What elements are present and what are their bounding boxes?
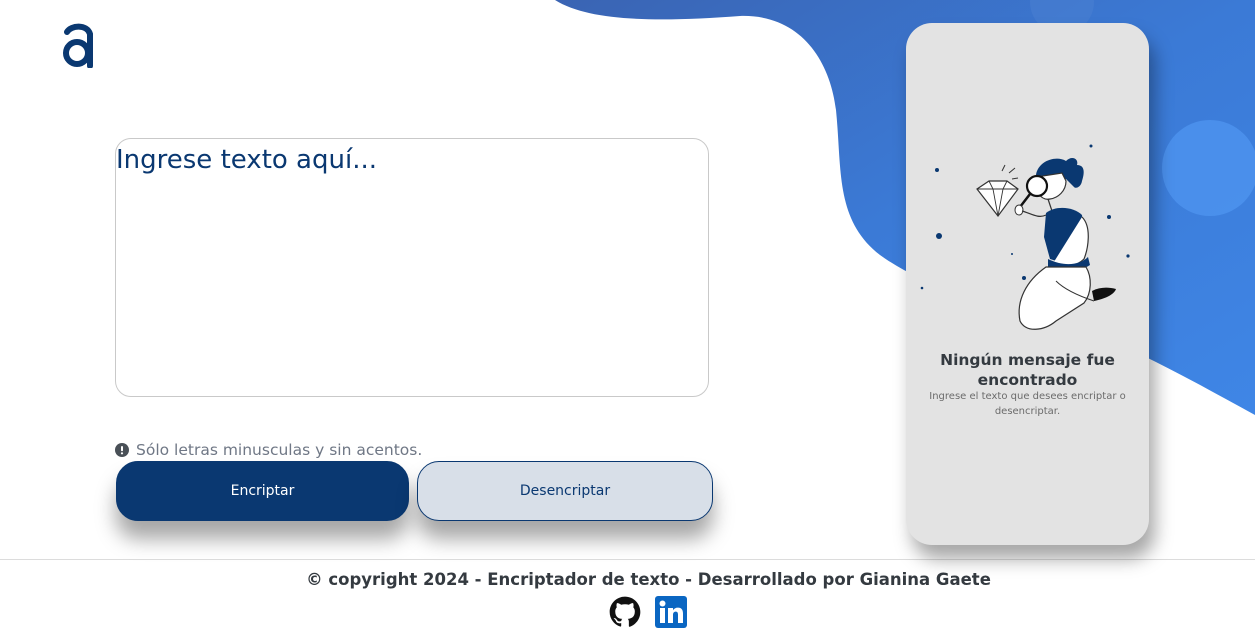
input-hint: Sólo letras minusculas y sin acentos. [115, 440, 422, 460]
person-with-magnifier-illustration [920, 144, 1130, 330]
result-title: Ningún mensaje fue encontrado [940, 351, 1115, 389]
encrypt-button[interactable]: Encriptar [116, 461, 409, 521]
message-input[interactable] [116, 139, 708, 396]
exclamation-circle-icon [115, 443, 129, 457]
footer: © copyright 2024 - Encriptador de texto … [0, 560, 1255, 637]
encrypt-button-label: Encriptar [230, 483, 295, 499]
message-input-box [115, 138, 709, 397]
result-panel: Ningún mensaje fue encontrado Ingrese el… [906, 23, 1149, 545]
logo-icon[interactable] [61, 22, 97, 68]
linkedin-icon[interactable] [655, 596, 687, 628]
copyright-text: © copyright 2024 - Encriptador de texto … [306, 570, 991, 589]
page: Sólo letras minusculas y sin acentos. En… [0, 0, 1255, 637]
github-icon[interactable] [609, 596, 641, 628]
decrypt-button-label: Desencriptar [519, 483, 611, 499]
result-subtitle: Ingrese el texto que desees encriptar o … [929, 391, 1126, 417]
hint-text: Sólo letras minusculas y sin acentos. [136, 441, 423, 459]
decrypt-button[interactable]: Desencriptar [417, 461, 713, 521]
